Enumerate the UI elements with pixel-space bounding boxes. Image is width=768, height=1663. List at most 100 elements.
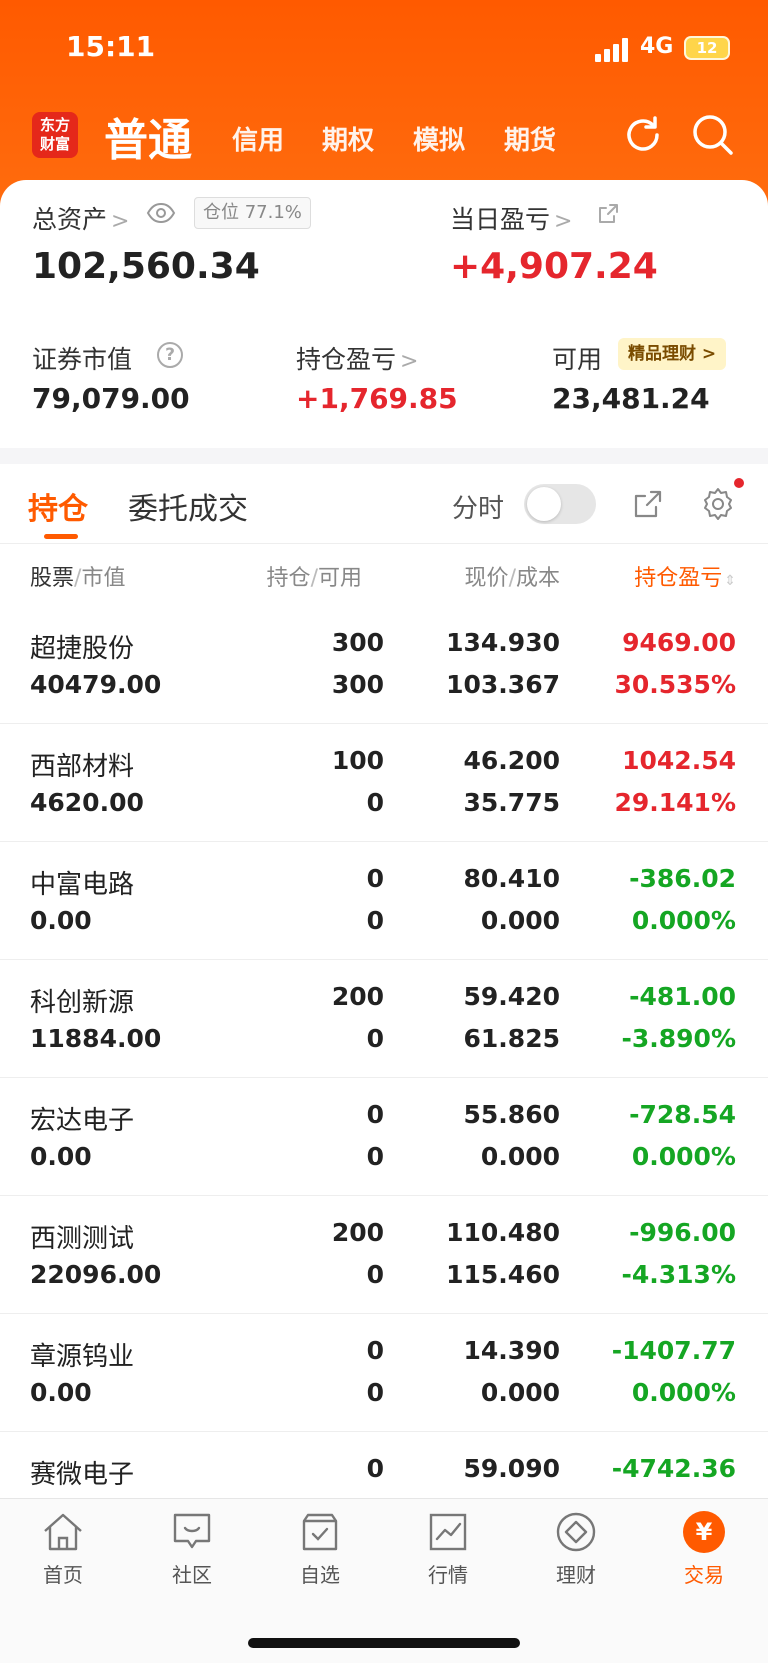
help-icon[interactable]: ?: [157, 342, 183, 368]
status-time: 15:11: [66, 30, 156, 63]
table-row[interactable]: 西测测试 22096.00 200 0 110.480 115.460 -996.00 -4.…: [0, 1196, 768, 1314]
current-price: 55.860: [463, 1100, 560, 1129]
holding-qty: 0: [366, 1454, 384, 1483]
nav-community[interactable]: 社区: [147, 1511, 237, 1588]
nav-home[interactable]: 首页: [18, 1511, 108, 1588]
nav-home-label: 首页: [43, 1563, 83, 1587]
table-row[interactable]: 超捷股份 40479.00 300 300 134.930 103.367 9469.00 3…: [0, 606, 768, 724]
logo-line-2: 财富: [39, 135, 70, 153]
usable-qty: 0: [366, 1142, 384, 1171]
usable-qty: 0: [366, 788, 384, 817]
holding-qty: 200: [331, 1218, 384, 1247]
pnl-amount: -386.02: [629, 864, 736, 893]
signal-icon: [595, 38, 631, 62]
holding-qty: 100: [331, 746, 384, 775]
cost-price: 103.367: [446, 670, 560, 699]
col-stock[interactable]: 股票/市值: [30, 560, 125, 592]
current-price: 46.200: [463, 746, 560, 775]
table-row[interactable]: 宏达电子 0.00 0 0 55.860 0.000 -728.54 0.000%: [0, 1078, 768, 1196]
cost-price: 0.000: [480, 1142, 560, 1171]
home-indicator: [248, 1638, 520, 1648]
cost-price: 0.000: [480, 906, 560, 935]
refresh-icon[interactable]: [620, 112, 666, 158]
holdings-list: 超捷股份 40479.00 300 300 134.930 103.367 9469.00 3…: [0, 606, 768, 1550]
pnl-percent: 0.000%: [631, 1378, 736, 1407]
usable-qty: 300: [331, 670, 384, 699]
position-pnl-value: +1,769.85: [296, 382, 458, 415]
market-value: 4620.00: [30, 788, 144, 817]
table-row[interactable]: 科创新源 11884.00 200 0 59.420 61.825 -481.00 -3.89…: [0, 960, 768, 1078]
nav-community-label: 社区: [172, 1563, 212, 1587]
pnl-amount: -4742.36: [611, 1454, 736, 1483]
available-value: 23,481.24: [552, 382, 710, 415]
available-label: 可用: [552, 345, 603, 374]
logo-line-1: 东方: [39, 116, 70, 134]
position-pnl-label[interactable]: 持仓盈亏 >: [296, 340, 418, 376]
pnl-amount: -996.00: [629, 1218, 736, 1247]
market-value: 0.00: [30, 906, 92, 935]
col-holding[interactable]: 持仓/可用: [267, 560, 362, 592]
daily-pnl-value: +4,907.24: [450, 246, 658, 287]
share-icon[interactable]: [596, 202, 620, 230]
stock-name: 科创新源: [30, 988, 135, 1018]
nav-wealth[interactable]: 理财: [531, 1511, 621, 1588]
holding-qty: 0: [366, 1100, 384, 1129]
market-value: 22096.00: [30, 1260, 162, 1289]
market-value: 40479.00: [30, 670, 162, 699]
nav-watchlist[interactable]: 自选: [275, 1511, 365, 1588]
stock-name: 中富电路: [30, 870, 135, 900]
tab-options[interactable]: 期权: [322, 120, 374, 157]
current-price: 134.930: [446, 628, 560, 657]
current-price: 59.420: [463, 982, 560, 1011]
usable-qty: 0: [366, 1378, 384, 1407]
holding-qty: 300: [331, 628, 384, 657]
pnl-percent: 29.141%: [614, 788, 736, 817]
premium-finance-badge[interactable]: 精品理财 >: [618, 338, 727, 370]
daily-pnl-label[interactable]: 当日盈亏 >: [450, 200, 572, 236]
stock-name: 西测测试: [30, 1224, 135, 1254]
nav-watchlist-label: 自选: [300, 1563, 340, 1587]
cost-price: 61.825: [463, 1024, 560, 1053]
share-icon[interactable]: [632, 488, 664, 524]
market-value: 0.00: [30, 1142, 92, 1171]
fenshi-toggle[interactable]: [524, 484, 596, 524]
holding-qty: 0: [366, 1336, 384, 1365]
pnl-amount: -1407.77: [611, 1336, 736, 1365]
pnl-amount: -481.00: [629, 982, 736, 1011]
search-icon[interactable]: [690, 112, 736, 158]
pnl-percent: -3.890%: [621, 1024, 736, 1053]
stock-name: 赛微电子: [30, 1460, 135, 1490]
market-value: 11884.00: [30, 1024, 162, 1053]
nav-market[interactable]: 行情: [403, 1511, 493, 1588]
tab-normal[interactable]: 普通: [104, 104, 192, 168]
table-row[interactable]: 章源钨业 0.00 0 0 14.390 0.000 -1407.77 0.000%: [0, 1314, 768, 1432]
battery-level: 12: [696, 39, 718, 57]
pnl-amount: -728.54: [629, 1100, 736, 1129]
col-pnl-sort[interactable]: 持仓盈亏 ⇕: [634, 560, 736, 592]
col-price[interactable]: 现价/成本: [465, 560, 560, 592]
position-tabs: 持仓 委托成交 分时: [0, 464, 768, 544]
nav-trade[interactable]: ¥ 交易: [659, 1511, 749, 1588]
position-ratio-badge: 仓位 77.1%: [194, 197, 311, 229]
pnl-percent: -4.313%: [621, 1260, 736, 1289]
stock-name: 西部材料: [30, 752, 135, 782]
tab-futures[interactable]: 期货: [504, 120, 556, 157]
trend-chart-icon: [429, 1513, 467, 1551]
total-assets-label[interactable]: 总资产 >: [32, 200, 129, 236]
tab-orders[interactable]: 委托成交: [128, 484, 248, 528]
stock-name: 章源钨业: [30, 1342, 135, 1372]
home-icon: [44, 1513, 82, 1551]
tab-credit[interactable]: 信用: [232, 120, 284, 157]
eye-icon[interactable]: [146, 202, 176, 228]
cost-price: 0.000: [480, 1378, 560, 1407]
tab-holdings[interactable]: 持仓: [28, 484, 88, 528]
table-row[interactable]: 中富电路 0.00 0 0 80.410 0.000 -386.02 0.000%: [0, 842, 768, 960]
current-price: 14.390: [463, 1336, 560, 1365]
gear-icon[interactable]: [700, 486, 736, 526]
usable-qty: 0: [366, 906, 384, 935]
top-nav: 东方 财富 普通 信用 期权 模拟 期货: [0, 100, 768, 170]
pnl-amount: 1042.54: [622, 746, 736, 775]
pnl-percent: 30.535%: [614, 670, 736, 699]
table-row[interactable]: 西部材料 4620.00 100 0 46.200 35.775 1042.54 29.141…: [0, 724, 768, 842]
tab-simulation[interactable]: 模拟: [413, 120, 465, 157]
